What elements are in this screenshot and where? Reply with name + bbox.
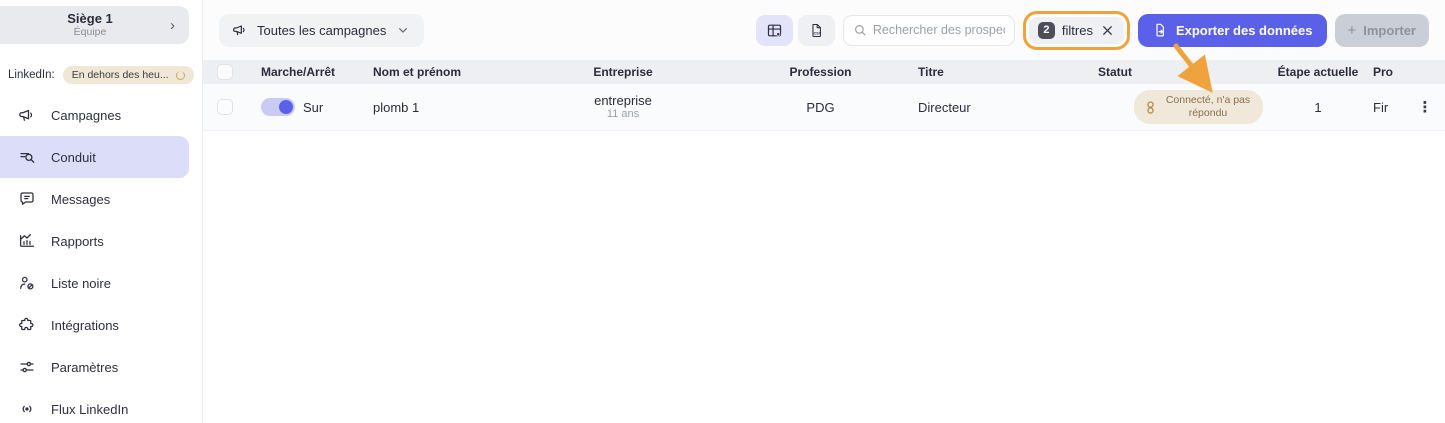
sidebar-item-label: Paramètres xyxy=(51,360,118,375)
header-checkbox-cell xyxy=(217,64,261,80)
header-company: Entreprise xyxy=(523,65,723,79)
broadcast-icon xyxy=(18,400,36,418)
linkedin-status-label: LinkedIn: xyxy=(8,69,55,81)
header-status: Statut xyxy=(1098,65,1263,79)
table-view-button[interactable] xyxy=(756,15,793,46)
search-box xyxy=(843,15,1015,46)
filters-chip[interactable]: 2 filtres xyxy=(1029,17,1124,44)
campaign-filter-label: Toutes les campagnes xyxy=(257,23,386,38)
row-title-cell: Directeur xyxy=(918,100,1098,115)
view-toggle-group: CSV xyxy=(756,15,835,46)
megaphone-icon xyxy=(232,22,248,38)
header-pro-truncated: Pro xyxy=(1373,65,1413,79)
header-toggle: Marche/Arrêt xyxy=(261,65,373,79)
export-file-icon xyxy=(1152,22,1168,38)
row-checkbox-cell xyxy=(217,99,261,115)
app: Siège 1 Équipe › LinkedIn: En dehors des… xyxy=(0,0,1445,423)
toggle-knob xyxy=(279,100,293,114)
sidebar-nav: Campagnes Conduit Messages Rapports xyxy=(0,94,202,423)
header-name: Nom et prénom xyxy=(373,65,523,79)
sidebar-item-rapports[interactable]: Rapports xyxy=(0,220,189,262)
filters-annotation-box: 2 filtres xyxy=(1023,11,1130,50)
svg-text:CSV: CSV xyxy=(814,31,822,35)
company-subtext: 11 ans xyxy=(523,108,723,121)
row-profession-cell: PDG xyxy=(723,100,918,115)
sidebar-item-campagnes[interactable]: Campagnes xyxy=(0,94,189,136)
sidebar-item-label: Flux LinkedIn xyxy=(51,402,128,417)
row-pro-cell-truncated: Fir xyxy=(1373,100,1413,115)
chevron-right-icon: › xyxy=(170,17,189,34)
campaign-filter-dropdown[interactable]: Toutes les campagnes xyxy=(219,14,424,47)
csv-file-icon: CSV xyxy=(808,22,825,39)
header-title: Titre xyxy=(918,65,1098,79)
status-text: Connecté, n'a pas répondu xyxy=(1165,94,1251,120)
sidebar-item-conduit[interactable]: Conduit xyxy=(0,136,189,178)
row-toggle-cell: Sur xyxy=(261,98,373,116)
filters-count-badge: 2 xyxy=(1038,22,1055,39)
sidebar-item-messages[interactable]: Messages xyxy=(0,178,189,220)
row-menu-cell: ⋮ xyxy=(1413,98,1437,116)
header-profession: Profession xyxy=(723,65,918,79)
header-current-step: Étape actuelle xyxy=(1263,65,1373,79)
close-icon[interactable] xyxy=(1100,23,1115,38)
search-icon xyxy=(853,23,867,37)
company-name: entreprise xyxy=(523,93,723,109)
sidebar: Siège 1 Équipe › LinkedIn: En dehors des… xyxy=(0,0,203,423)
link-icon xyxy=(1143,100,1158,115)
spinner-icon xyxy=(176,71,185,80)
workspace-subtitle: Équipe xyxy=(10,26,170,38)
campaign-toggle[interactable] xyxy=(261,98,295,116)
sidebar-item-liste-noire[interactable]: Liste noire xyxy=(0,262,189,304)
row-company-cell: entreprise 11 ans xyxy=(523,93,723,122)
table-header-row: Marche/Arrêt Nom et prénom Entreprise Pr… xyxy=(203,60,1445,84)
export-button-label: Exporter des données xyxy=(1176,23,1313,38)
kebab-menu-icon[interactable]: ⋮ xyxy=(1418,99,1433,116)
main-content: Toutes les campagnes CSV xyxy=(203,0,1445,423)
blocked-user-icon xyxy=(18,274,36,292)
sidebar-item-label: Conduit xyxy=(51,150,96,165)
chevron-down-icon xyxy=(395,22,411,38)
sidebar-item-integrations[interactable]: Intégrations xyxy=(0,304,189,346)
sidebar-item-label: Messages xyxy=(51,192,110,207)
import-button[interactable]: + Importer xyxy=(1335,14,1430,47)
linkedin-status-badge[interactable]: En dehors des heu... xyxy=(63,66,194,84)
search-input[interactable] xyxy=(873,23,1005,37)
csv-view-button[interactable]: CSV xyxy=(798,15,835,46)
chart-icon xyxy=(18,232,36,250)
sidebar-item-label: Liste noire xyxy=(51,276,111,291)
table-settings-icon xyxy=(766,22,783,39)
linkedin-status-row: LinkedIn: En dehors des heu... xyxy=(0,65,202,85)
plus-icon: + xyxy=(1348,22,1357,39)
chat-bubble-icon xyxy=(18,190,36,208)
row-name-cell[interactable]: plomb 1 xyxy=(373,100,523,115)
toggle-state-label: Sur xyxy=(303,100,323,115)
row-checkbox[interactable] xyxy=(217,99,233,115)
topbar-right-group: CSV 2 filtres xyxy=(756,11,1429,50)
sliders-icon xyxy=(18,358,36,376)
filters-chip-label: filtres xyxy=(1062,23,1093,38)
pipeline-search-icon xyxy=(18,148,36,166)
workspace-info: Siège 1 Équipe xyxy=(0,12,170,39)
import-button-label: Importer xyxy=(1363,23,1416,38)
sidebar-item-flux-linkedin[interactable]: Flux LinkedIn xyxy=(0,388,189,423)
workspace-switcher[interactable]: Siège 1 Équipe › xyxy=(0,6,189,44)
table-row[interactable]: Sur plomb 1 entreprise 11 ans PDG Direct… xyxy=(203,84,1445,131)
row-current-step-cell: 1 xyxy=(1263,100,1373,115)
megaphone-icon xyxy=(18,106,36,124)
sidebar-item-label: Rapports xyxy=(51,234,104,249)
sidebar-item-label: Campagnes xyxy=(51,108,121,123)
sidebar-item-label: Intégrations xyxy=(51,318,119,333)
puzzle-icon xyxy=(18,316,36,334)
select-all-checkbox[interactable] xyxy=(217,64,233,80)
export-data-button[interactable]: Exporter des données xyxy=(1138,14,1327,47)
topbar: Toutes les campagnes CSV xyxy=(203,0,1445,60)
row-status-cell: Connecté, n'a pas répondu xyxy=(1098,90,1263,124)
sidebar-item-parametres[interactable]: Paramètres xyxy=(0,346,189,388)
linkedin-status-text: En dehors des heu... xyxy=(72,69,169,81)
status-badge: Connecté, n'a pas répondu xyxy=(1134,90,1263,124)
empty-area xyxy=(203,131,1445,423)
workspace-title: Siège 1 xyxy=(10,12,170,27)
